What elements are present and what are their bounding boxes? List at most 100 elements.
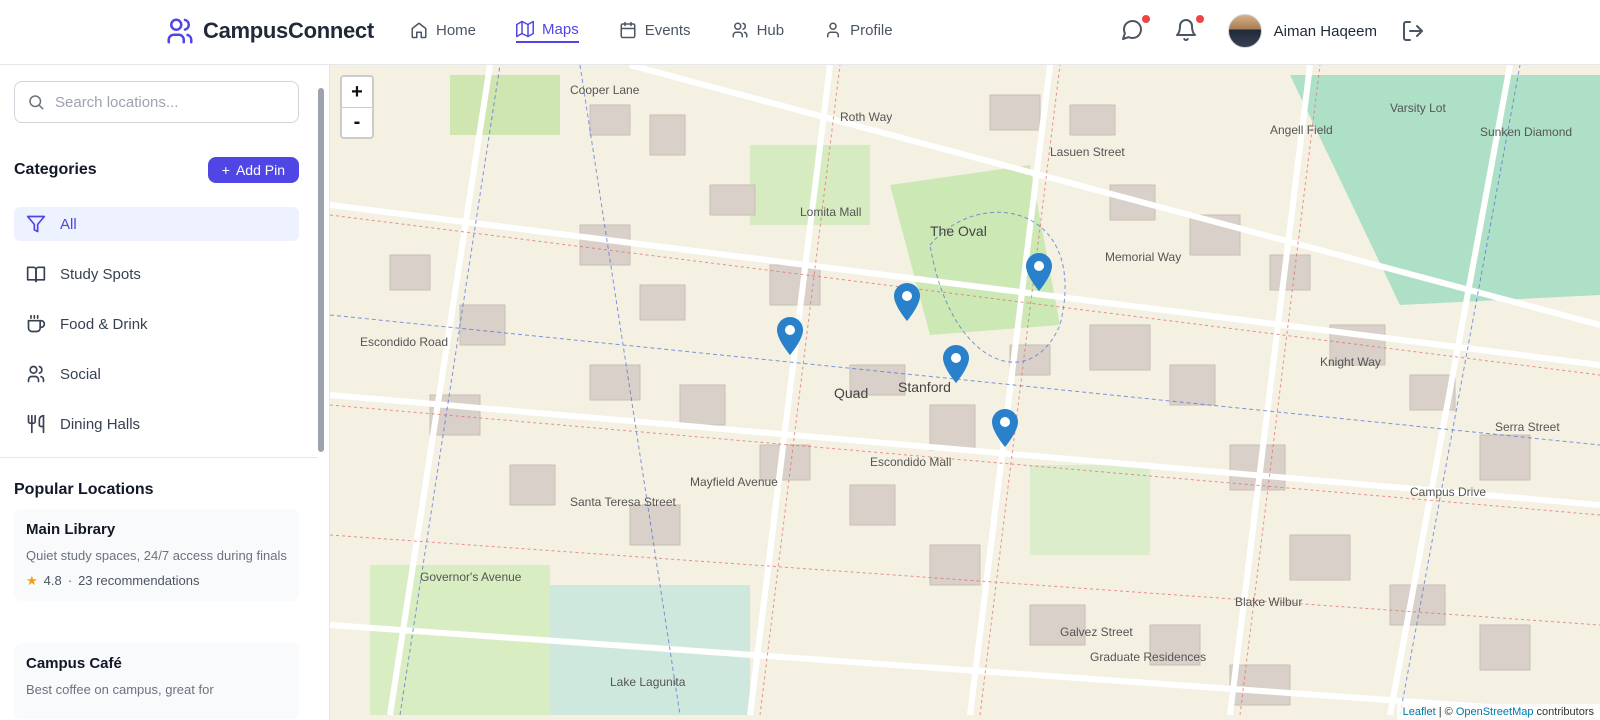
user-menu[interactable]: Aiman Haqeem <box>1227 14 1425 48</box>
utensils-icon <box>27 414 45 434</box>
map-label-knight: Knight Way <box>1320 355 1381 369</box>
category-all[interactable]: All <box>14 207 299 241</box>
zoom-out-button[interactable]: - <box>342 107 372 137</box>
logout-icon[interactable] <box>1401 19 1425 43</box>
add-pin-label: Add Pin <box>235 162 285 178</box>
nav-events[interactable]: Events <box>619 20 691 43</box>
users-icon <box>732 22 748 38</box>
map-label-governors: Governor's Avenue <box>420 570 522 584</box>
category-label: Social <box>60 365 101 383</box>
location-card-main-library[interactable]: Main Library Quiet study spaces, 24/7 ac… <box>14 509 299 601</box>
sidebar-divider <box>0 457 318 458</box>
map-label-quad: Quad <box>834 385 869 401</box>
users-icon <box>27 365 45 383</box>
app-name: CampusConnect <box>203 18 374 43</box>
categories-header: Categories + Add Pin <box>14 157 299 183</box>
map-label-santa-teresa: Santa Teresa Street <box>570 495 676 509</box>
nav-home[interactable]: Home <box>410 20 476 43</box>
nav-events-label: Events <box>644 21 691 39</box>
scrollbar-thumb[interactable] <box>318 88 324 452</box>
nav-hub[interactable]: Hub <box>731 20 785 43</box>
bell-icon <box>1175 19 1196 41</box>
meta-separator: · <box>67 573 73 589</box>
location-recommendations: 23 recommendations <box>78 573 200 589</box>
map-marker[interactable] <box>992 409 1018 447</box>
location-rating: 4.8 <box>43 573 62 589</box>
map-marker[interactable] <box>943 345 969 383</box>
category-dining-halls[interactable]: Dining Halls <box>14 407 299 441</box>
search-input[interactable] <box>55 93 275 111</box>
category-social[interactable]: Social <box>14 357 299 391</box>
search-box[interactable] <box>14 81 299 123</box>
users-logo-icon <box>167 18 193 44</box>
map-marker[interactable] <box>894 283 920 321</box>
category-label: Food & Drink <box>60 315 148 333</box>
book-icon <box>26 266 46 283</box>
filter-icon <box>26 215 46 233</box>
map-label-lomita: Lomita Mall <box>800 205 862 219</box>
map-label-memorial: Memorial Way <box>1105 250 1182 264</box>
osm-link[interactable]: OpenStreetMap <box>1456 706 1534 718</box>
map-label-varsity: Varsity Lot <box>1390 101 1446 115</box>
categories-title: Categories <box>14 161 97 178</box>
app-logo[interactable]: CampusConnect <box>165 16 374 46</box>
attribution-tail: contributors <box>1533 706 1594 718</box>
map-label-graduate: Graduate Residences <box>1090 650 1207 664</box>
map-label-roth: Roth Way <box>840 110 893 124</box>
user-icon <box>827 22 840 38</box>
nav-maps[interactable]: Maps <box>516 20 579 43</box>
map-label-serra: Serra Street <box>1495 420 1560 434</box>
map-label-mayfield: Mayfield Avenue <box>690 475 778 489</box>
add-pin-button[interactable]: + Add Pin <box>207 157 299 183</box>
nav-hub-label: Hub <box>756 21 785 39</box>
map-label-escondido-road: Escondido Road <box>360 335 449 349</box>
map-icon <box>516 20 535 38</box>
home-icon <box>411 22 427 39</box>
map-label-angell: Angell Field <box>1270 123 1333 137</box>
popular-locations-title: Popular Locations <box>14 481 154 498</box>
nav-profile-label: Profile <box>850 21 893 39</box>
location-description: Quiet study spaces, 24/7 access during f… <box>26 548 287 563</box>
category-label: Study Spots <box>60 265 141 283</box>
sidebar-scrollbar[interactable] <box>316 68 325 720</box>
map-label-blake: Blake Wilbur <box>1235 595 1303 609</box>
map-label-lagunita: Lake Lagunita <box>610 675 686 689</box>
message-badge <box>1141 15 1150 23</box>
sidebar: Categories + Add Pin All Study Spots Foo… <box>0 65 330 720</box>
coffee-icon <box>27 314 46 333</box>
map-tiles <box>330 65 1600 718</box>
map-view[interactable]: The Oval Stanford Quad Angell Field Sunk… <box>330 65 1600 720</box>
zoom-control: + - <box>340 75 374 139</box>
header-actions: Aiman Haqeem <box>1120 14 1425 48</box>
location-description: Best coffee on campus, great for <box>26 682 214 697</box>
leaflet-link[interactable]: Leaflet <box>1403 706 1436 718</box>
nav-profile[interactable]: Profile <box>824 20 893 43</box>
top-header: CampusConnect Home Maps Events Hub Profi… <box>0 0 1600 65</box>
message-icon <box>1121 19 1142 40</box>
plus-icon: + <box>221 162 230 178</box>
zoom-in-button[interactable]: + <box>342 77 372 107</box>
calendar-icon <box>620 21 636 39</box>
map-attribution: Leaflet | © OpenStreetMap contributors <box>1396 704 1600 720</box>
category-food-drink[interactable]: Food & Drink <box>14 307 299 341</box>
map-marker[interactable] <box>1026 253 1052 291</box>
attribution-separator: | © <box>1435 706 1456 718</box>
nav-maps-label: Maps <box>542 20 579 38</box>
category-list: All Study Spots Food & Drink Social Dini… <box>14 207 299 457</box>
category-study-spots[interactable]: Study Spots <box>14 257 299 291</box>
messages-button[interactable] <box>1120 15 1150 44</box>
category-label: Dining Halls <box>60 415 141 433</box>
notifications-button[interactable] <box>1174 15 1204 44</box>
map-label-escondido: Escondido Mall <box>870 455 952 469</box>
notification-badge <box>1195 15 1204 23</box>
location-meta: ★ 4.8 · 23 recommendations <box>26 573 287 589</box>
map-label-sunken: Sunken Diamond <box>1480 125 1573 139</box>
map-label-lasuen: Lasuen Street <box>1050 145 1125 159</box>
main-nav: Home Maps Events Hub Profile <box>410 20 893 43</box>
location-card-campus-cafe[interactable]: Campus Café Best coffee on campus, great… <box>14 643 299 719</box>
map-marker[interactable] <box>777 317 803 355</box>
map-label-oval: The Oval <box>930 223 987 239</box>
map-label-campus-drive: Campus Drive <box>1410 485 1487 499</box>
map-label-cooper: Cooper Lane <box>570 83 640 97</box>
location-name: Main Library <box>26 521 116 538</box>
